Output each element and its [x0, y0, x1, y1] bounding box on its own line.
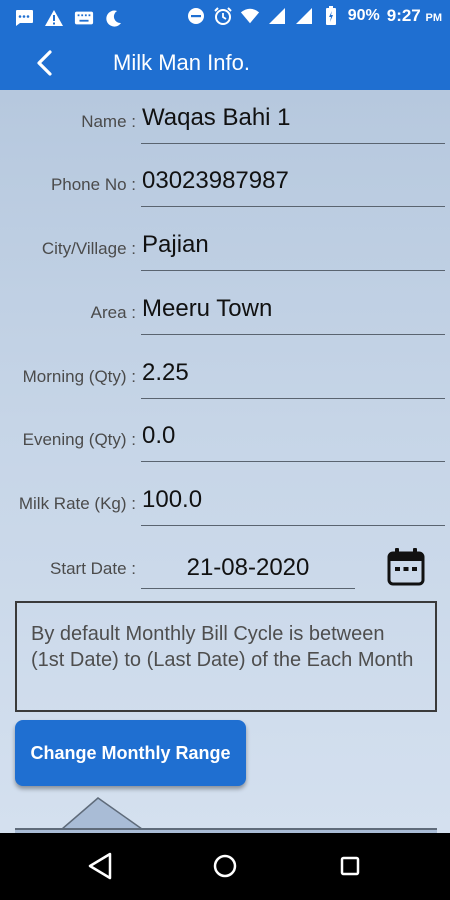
status-icons-left [14, 8, 124, 28]
tooltip-arrow [62, 797, 142, 830]
square-recents-icon [340, 856, 360, 876]
signal-icon [267, 6, 287, 26]
battery-icon [321, 6, 341, 26]
city-field[interactable]: Pajian [141, 231, 445, 271]
start-date-row: Start Date : 21-08-2020 [0, 547, 450, 593]
calendar-button[interactable] [386, 547, 426, 587]
status-bar: 90% 9:27 PM [0, 0, 450, 36]
clock-ampm: PM [425, 12, 443, 24]
start-date-label: Start Date : [50, 559, 136, 578]
evening-label: Evening (Qty) : [22, 430, 136, 449]
evening-row: Evening (Qty) : 0.0 [0, 408, 450, 462]
app-bar: Milk Man Info. [0, 36, 450, 90]
bill-cycle-info: By default Monthly Bill Cycle is between… [15, 601, 437, 712]
wifi-icon [240, 6, 260, 26]
rate-row: Milk Rate (Kg) : 100.0 [0, 472, 450, 526]
morning-label: Morning (Qty) : [22, 367, 136, 386]
phone-row: Phone No : 03023987987 [0, 153, 450, 207]
status-icons-right: 90% 9:27 PM [186, 6, 442, 26]
nav-home-button[interactable] [210, 851, 240, 881]
message-icon [14, 8, 34, 28]
back-button[interactable] [28, 46, 62, 80]
change-monthly-range-button[interactable]: Change Monthly Range [15, 720, 246, 786]
battery-percent: 90% [347, 7, 380, 24]
clock-time: 9:27 [386, 6, 421, 25]
moon-icon [104, 8, 124, 28]
page-title: Milk Man Info. [113, 50, 250, 75]
area-row: Area : Meeru Town [0, 281, 450, 335]
phone-field[interactable]: 03023987987 [141, 167, 445, 207]
navigation-bar [0, 833, 450, 900]
name-row: Name : Waqas Bahi 1 [0, 90, 450, 144]
phone-label: Phone No : [50, 175, 136, 194]
nav-recents-button[interactable] [335, 851, 365, 881]
evening-field[interactable]: 0.0 [141, 422, 445, 462]
area-label: Area : [90, 303, 136, 322]
clock: 9:27 PM [387, 6, 442, 26]
name-field[interactable]: Waqas Bahi 1 [141, 104, 445, 144]
area-field[interactable]: Meeru Town [141, 295, 445, 335]
city-row: City/Village : Pajian [0, 217, 450, 271]
circle-home-icon [213, 854, 237, 878]
milkman-form: Name : Waqas Bahi 1 Phone No : 030239879… [0, 90, 450, 833]
calendar-icon [387, 548, 425, 586]
morning-row: Morning (Qty) : 2.25 [0, 345, 450, 399]
rate-label: Milk Rate (Kg) : [18, 494, 136, 513]
alarm-icon [213, 6, 233, 26]
nav-back-button[interactable] [85, 851, 115, 881]
city-label: City/Village : [41, 239, 136, 258]
triangle-back-icon [88, 852, 112, 880]
warning-icon [44, 8, 64, 28]
back-arrow-icon [37, 50, 52, 76]
dnd-icon [186, 6, 206, 26]
rate-field[interactable]: 100.0 [141, 486, 445, 526]
keyboard-icon [74, 8, 94, 28]
morning-field[interactable]: 2.25 [141, 359, 445, 399]
name-label: Name : [81, 112, 136, 131]
signal-icon [294, 6, 314, 26]
start-date-field[interactable]: 21-08-2020 [141, 549, 355, 589]
